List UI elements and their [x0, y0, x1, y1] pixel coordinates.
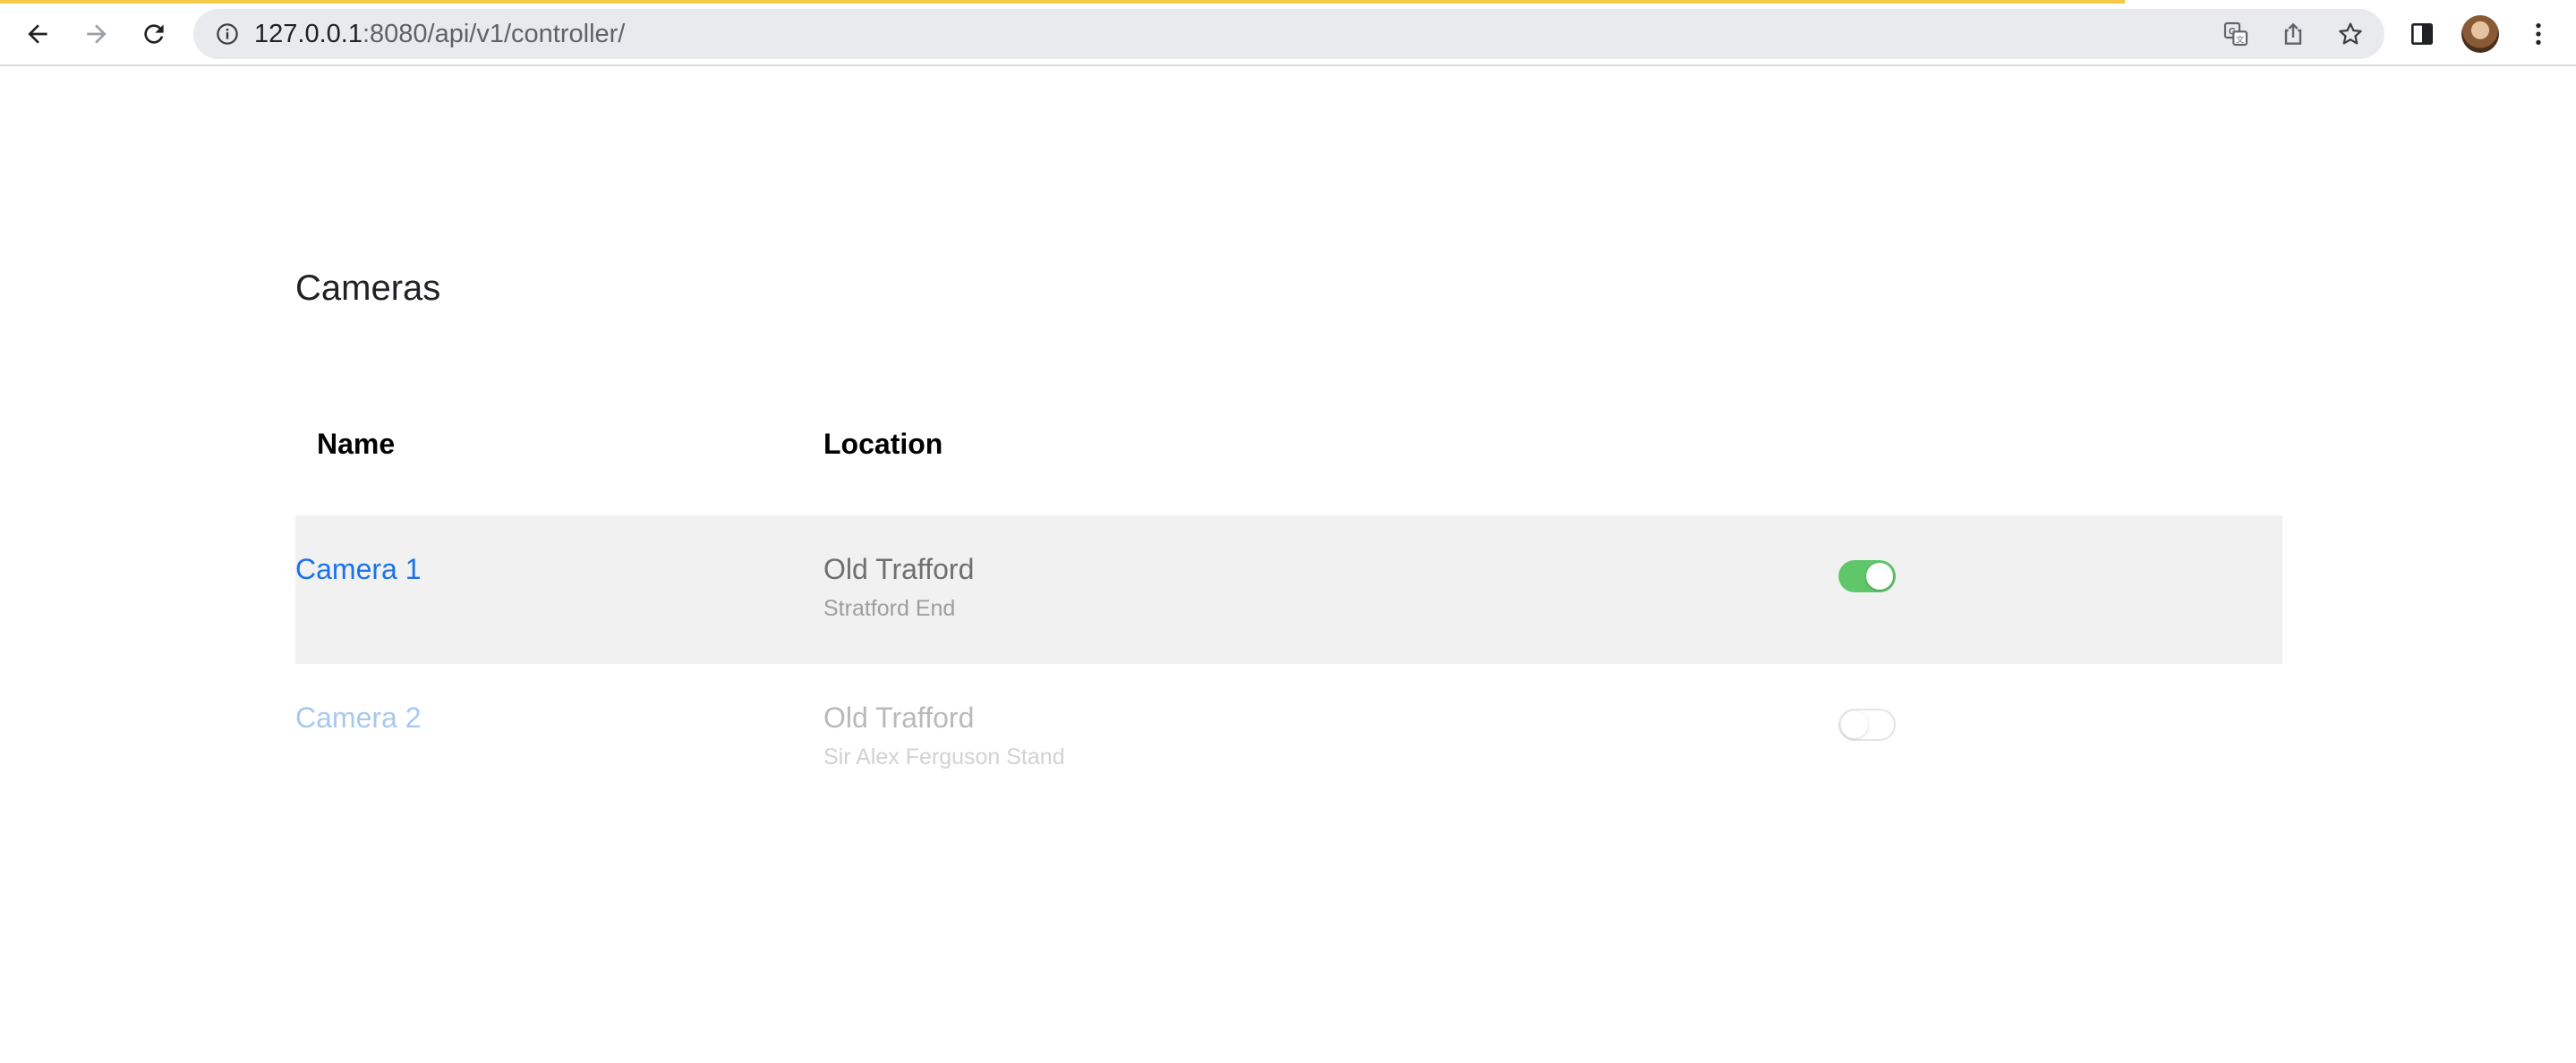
camera-link[interactable]: Camera 2	[295, 700, 422, 736]
side-panel-button[interactable]	[2404, 16, 2440, 52]
side-panel-icon	[2411, 23, 2433, 45]
camera-link[interactable]: Camera 1	[295, 551, 422, 587]
site-info-button[interactable]	[211, 18, 243, 50]
page-content: Cameras Name Location Camera 1 Old Traff…	[0, 68, 2576, 1063]
browser-toolbar: 127.0.0.1:8080/api/v1/controller/ G 文	[0, 0, 2576, 66]
url-host: 127.0.0.1	[254, 20, 363, 48]
address-bar[interactable]: 127.0.0.1:8080/api/v1/controller/ G 文	[193, 9, 2384, 59]
bookmark-button[interactable]	[2333, 16, 2368, 52]
kebab-menu-icon	[2536, 23, 2541, 45]
url-text[interactable]: 127.0.0.1:8080/api/v1/controller/	[254, 19, 625, 49]
url-path: :8080/api/v1/controller/	[362, 20, 626, 48]
toggle-knob	[1841, 711, 1868, 738]
camera-enabled-toggle[interactable]	[1838, 709, 1896, 741]
page-title: Cameras	[295, 268, 441, 308]
forward-button[interactable]	[77, 14, 116, 54]
camera-enabled-toggle[interactable]	[1838, 560, 1896, 592]
avatar[interactable]	[2461, 15, 2499, 53]
location-name: Old Trafford	[823, 702, 975, 734]
translate-icon: G 文	[2223, 21, 2248, 47]
share-icon	[2284, 22, 2302, 45]
info-icon	[217, 23, 238, 45]
column-header-name: Name	[317, 428, 396, 460]
location-detail: Stratford End	[823, 596, 956, 621]
page-loading-bar	[0, 0, 2126, 4]
table-row: Camera 1 Old Trafford Stratford End	[295, 515, 2282, 664]
column-header-location: Location	[823, 428, 943, 460]
svg-text:文: 文	[2236, 34, 2244, 45]
reload-button[interactable]	[134, 14, 174, 54]
reload-icon	[144, 24, 164, 44]
forward-arrow-icon	[87, 24, 107, 44]
table-header: Name Location	[295, 417, 2282, 471]
back-arrow-icon	[28, 24, 47, 44]
location-name: Old Trafford	[823, 553, 975, 585]
back-button[interactable]	[18, 14, 57, 54]
browser-menu-button[interactable]	[2521, 16, 2556, 52]
toggle-knob	[1866, 563, 1893, 590]
translate-button[interactable]: G 文	[2218, 16, 2254, 52]
table-row: Camera 2 Old Trafford Sir Alex Ferguson …	[295, 664, 2282, 812]
location-detail: Sir Alex Ferguson Stand	[823, 744, 1065, 770]
share-button[interactable]	[2275, 16, 2311, 52]
star-icon	[2339, 22, 2362, 45]
